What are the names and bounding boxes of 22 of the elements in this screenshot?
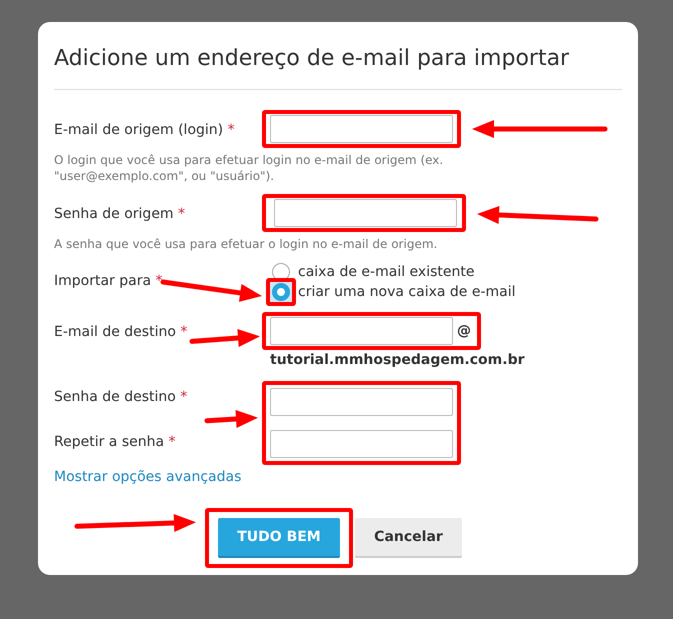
radio-button[interactable]	[272, 283, 290, 301]
field-label: E-mail de origem (login) *	[54, 122, 235, 138]
dialog-title: Adicione um endereço de e-mail para importar	[54, 42, 622, 90]
field-label: Senha de origem *	[54, 206, 186, 222]
field-label: Senha de destino *	[54, 388, 188, 407]
input-field[interactable]	[274, 199, 457, 227]
hint-text: A senha que você usa para efetuar o login no e-mail de origem.	[54, 236, 438, 252]
radio-label: criar uma nova caixa de e-mail	[298, 282, 516, 302]
input-field[interactable]	[270, 430, 453, 458]
input-field[interactable]	[270, 115, 453, 143]
field-label: E-mail de destino *	[54, 324, 188, 340]
hint-text: O login que você usa para efetuar login no e-mail de origem (ex. "user@exemplo.com", ou "usuário").	[54, 152, 444, 184]
field-label: Repetir a senha *	[54, 433, 177, 452]
at-sign: @	[457, 322, 471, 340]
ok-button[interactable]: TUDO BEM	[218, 518, 340, 558]
radio-label: caixa de e-mail existente	[298, 262, 474, 282]
field-label: Importar para *	[54, 273, 163, 289]
input-field[interactable]	[270, 317, 453, 345]
input-field[interactable]	[270, 388, 453, 416]
domain-text: tutorial.mmhospedagem.com.br	[270, 351, 526, 370]
advanced-options-link[interactable]: Mostrar opções avançadas	[54, 467, 622, 488]
cancel-button[interactable]: Cancelar	[355, 518, 462, 558]
